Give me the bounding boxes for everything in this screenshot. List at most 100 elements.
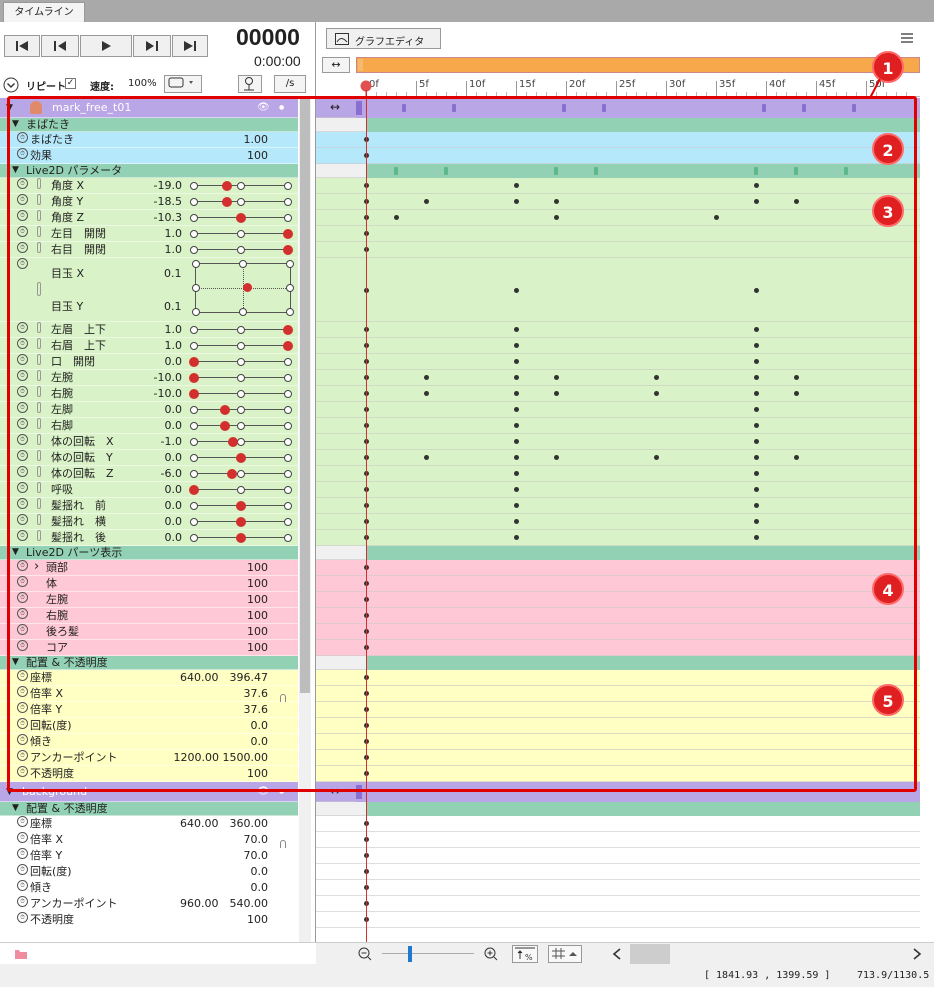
- section-label: 配置 & 不透明度: [26, 802, 108, 815]
- graph-editor-button[interactable]: グラフエディタ: [326, 28, 441, 49]
- clock-icon[interactable]: ⏱: [17, 848, 28, 859]
- svg-text:%: %: [525, 953, 533, 962]
- zoom-out-icon[interactable]: [358, 947, 372, 961]
- ruler-label-15f: 15f: [519, 79, 536, 90]
- ruler-label-35f: 35f: [719, 79, 736, 90]
- param-value: 100: [247, 913, 268, 926]
- graph-icon: [335, 33, 349, 45]
- grid-icon[interactable]: [548, 945, 582, 963]
- horizontal-scrollbar[interactable]: [630, 944, 670, 964]
- param-name: 倍率 X: [30, 833, 64, 846]
- zoom-slider[interactable]: [382, 953, 474, 954]
- ruler-label-5f: 5f: [419, 79, 429, 90]
- clock-icon[interactable]: ⏱: [17, 912, 28, 923]
- prev-frame-icon: [54, 41, 66, 51]
- next-frame-icon: [146, 41, 158, 51]
- ruler-label-45f: 45f: [819, 79, 836, 90]
- speed-label: 速度:: [90, 82, 114, 93]
- param-name: 傾き: [30, 881, 52, 894]
- row-47[interactable]: ⏱ アンカーポイント 960.00 540.00: [0, 896, 298, 912]
- first-frame-icon: [16, 41, 28, 51]
- time-display: 0:00:00: [254, 53, 301, 69]
- next-frame-button[interactable]: [133, 35, 171, 57]
- row-48[interactable]: ⏱ 不透明度 100: [0, 912, 298, 928]
- collapse-arrow-icon: ▼: [12, 803, 19, 813]
- prev-frame-button[interactable]: [41, 35, 79, 57]
- scroll-right-icon[interactable]: [912, 948, 922, 960]
- annotation-highlight: [7, 96, 917, 792]
- zoom-handle[interactable]: [408, 946, 412, 962]
- fps-button[interactable]: /s: [274, 75, 306, 93]
- row-45[interactable]: ⏱ 回転(度) 0.0: [0, 864, 298, 880]
- repeat-checkbox[interactable]: ✓: [65, 78, 76, 89]
- param-value: 960.00 540.00: [180, 897, 268, 910]
- clock-icon[interactable]: ⏱: [17, 816, 28, 827]
- ruler-label-25f: 25f: [619, 79, 636, 90]
- param-name: 倍率 Y: [30, 849, 63, 862]
- pin-button[interactable]: [238, 75, 262, 93]
- repeat-label: リピート: [26, 82, 66, 93]
- track-row: [316, 896, 920, 912]
- param-value: 70.0: [243, 849, 269, 862]
- param-value: 70.0: [243, 833, 269, 846]
- row-42[interactable]: ⏱ 座標 640.00 360.00: [0, 816, 298, 832]
- zoom-in-icon[interactable]: [484, 947, 498, 961]
- playback-options: リピート ✓ 速度: 100% /s: [0, 74, 316, 96]
- section-span: [366, 802, 920, 816]
- ruler-label-40f: 40f: [769, 79, 786, 90]
- row-46[interactable]: ⏱ 傾き 0.0: [0, 880, 298, 896]
- play-icon: [102, 41, 111, 51]
- layer-footer: [0, 942, 316, 964]
- row-44[interactable]: ⏱ 倍率 Y 70.0: [0, 848, 298, 864]
- ruler-label-30f: 30f: [669, 79, 686, 90]
- timeline-footer: %: [316, 942, 934, 964]
- ruler-label-20f: 20f: [569, 79, 586, 90]
- track-row: [316, 816, 920, 832]
- row-41[interactable]: ▼ 配置 & 不透明度: [0, 802, 298, 816]
- fit-range-button[interactable]: ↔: [322, 57, 350, 73]
- tab-bar: タイムライン: [0, 0, 934, 22]
- play-button[interactable]: [80, 35, 132, 57]
- scroll-left-icon[interactable]: [612, 948, 622, 960]
- track-row: [316, 848, 920, 864]
- track-row: [316, 802, 920, 816]
- status-coords: [ 1841.93 , 1399.59 ]: [704, 970, 831, 981]
- clock-icon[interactable]: ⏱: [17, 880, 28, 891]
- vertical-zoom-icon[interactable]: %: [512, 945, 538, 963]
- menu-icon[interactable]: [900, 32, 914, 44]
- param-name: アンカーポイント: [30, 897, 118, 910]
- status-bar: [ 1841.93 , 1399.59 ] 713.9/1130.5: [0, 964, 934, 987]
- track-row: [316, 832, 920, 848]
- param-value: 640.00 360.00: [180, 817, 268, 830]
- param-value: 0.0: [250, 865, 269, 878]
- row-43[interactable]: ⏱ 倍率 X 70.0: [0, 832, 298, 856]
- speed-value[interactable]: 100%: [128, 78, 157, 89]
- callout-3: 3: [872, 195, 904, 227]
- param-name: 回転(度): [30, 865, 72, 878]
- tab-timeline[interactable]: タイムライン: [3, 2, 85, 22]
- work-area-bar[interactable]: [356, 57, 920, 73]
- last-frame-button[interactable]: [172, 35, 208, 57]
- clock-icon[interactable]: ⏱: [17, 896, 28, 907]
- frame-counter: 00000: [236, 24, 300, 50]
- track-row: [316, 864, 920, 880]
- status-size: 713.9/1130.5: [857, 970, 930, 981]
- snap-button[interactable]: [164, 75, 202, 93]
- last-frame-icon: [184, 41, 196, 51]
- track-row: [316, 880, 920, 896]
- clock-icon[interactable]: ⏱: [17, 864, 28, 875]
- first-frame-button[interactable]: [4, 35, 40, 57]
- param-name: 不透明度: [30, 913, 74, 926]
- keyframe-mode-icon: [168, 77, 193, 88]
- track-row: [316, 912, 920, 928]
- ruler-label-10f: 10f: [469, 79, 486, 90]
- callout-5: 5: [872, 684, 904, 716]
- param-name: 座標: [30, 817, 52, 830]
- dropdown-circle-icon[interactable]: [3, 77, 19, 93]
- clock-icon[interactable]: ⏱: [17, 832, 28, 843]
- param-value: 0.0: [250, 881, 269, 894]
- folder-icon[interactable]: [14, 947, 28, 960]
- callout-2: 2: [872, 133, 904, 165]
- callout-4: 4: [872, 573, 904, 605]
- time-ruler[interactable]: 0f5f10f15f20f25f30f35f40f45f50f: [356, 77, 920, 97]
